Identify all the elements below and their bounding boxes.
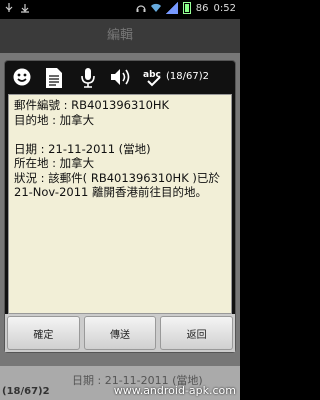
speaker-icon[interactable] [109,67,135,89]
message-line: 21-Nov-2011 離開香港前往目的地。 [14,185,207,199]
background-bottom-bar: 日期 : 21-11-2011 (當地) (18/67)2 www.androi… [0,366,240,400]
signal-icon [165,2,178,14]
message-textarea[interactable]: 郵件編號 : RB401396310HK 目的地 : 加拿大 ​ 日期 : 21… [8,94,232,314]
download-icon [20,3,30,13]
message-line: 郵件編號 : RB401396310HK [14,98,170,112]
message-line: 所在地 : 加拿大 [14,156,95,170]
spellcheck-icon[interactable]: abc [143,67,167,89]
message-line: ​ [14,127,226,142]
message-line: 日期 : 21-11-2011 (當地) [14,141,151,156]
char-counter: (18/67)2 [166,71,209,82]
edit-dialog: abc (18/67)2 郵件編號 : RB401396310HK 目的地 : … [4,60,236,353]
background-counter: (18/67)2 [2,386,50,397]
dialog-button-row: 確定 傳送 返回 [5,314,235,352]
message-line: 目的地 : 加拿大 [14,112,95,127]
usb-icon [4,3,14,13]
watermark: www.android-apk.com [113,384,236,397]
wifi-icon [150,3,161,13]
message-line: 狀況 : 該郵件( RB401396310HK )已於 [14,170,220,185]
battery-icon [182,2,191,14]
confirm-button[interactable]: 確定 [7,316,80,350]
clock: 0:52 [213,2,236,14]
background-title: 編輯 [0,19,240,53]
headphones-icon [136,3,146,13]
battery-percent: 86 [195,2,209,14]
smiley-icon[interactable] [11,67,33,89]
send-button[interactable]: 傳送 [83,316,157,350]
status-bar: 86 0:52 [0,0,240,19]
back-button[interactable]: 返回 [160,316,234,350]
microphone-icon[interactable] [77,67,99,89]
document-icon[interactable] [43,67,65,89]
dialog-toolbar: abc (18/67)2 [5,61,235,94]
